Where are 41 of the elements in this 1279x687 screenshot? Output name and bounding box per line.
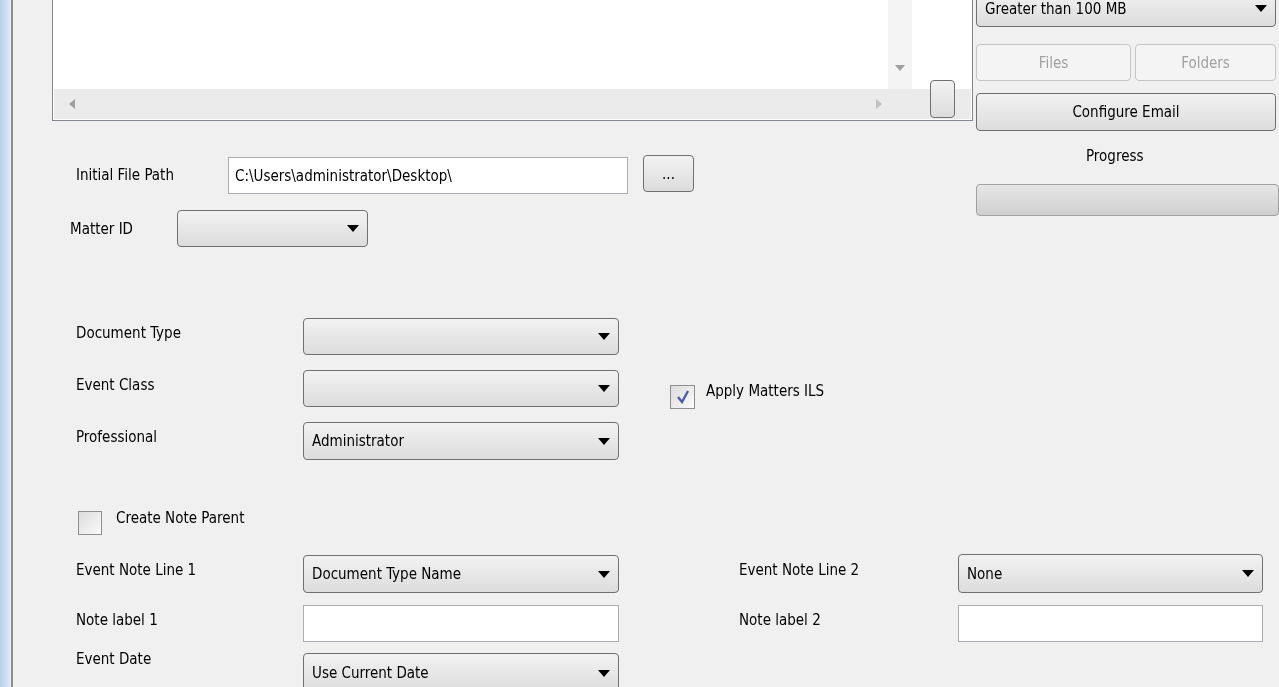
field-label: Event Date — [76, 650, 152, 668]
dropdown-arrow-icon — [598, 333, 610, 340]
checkbox-label: Apply Matters ILS — [706, 382, 825, 400]
checkmark-icon — [675, 390, 690, 404]
dropdown[interactable]: Use Current Date — [303, 653, 619, 687]
dropdown-arrow-icon — [598, 669, 610, 677]
field-label: Document Type — [76, 324, 181, 342]
dropdown[interactable] — [303, 370, 619, 407]
dropdown-arrow-icon — [1242, 570, 1254, 577]
scroll-right-icon[interactable] — [876, 99, 882, 109]
text-field[interactable] — [958, 605, 1263, 642]
dropdown-arrow-icon — [347, 225, 359, 232]
configure-email-button[interactable]: Configure Email — [976, 93, 1276, 131]
dropdown[interactable]: None — [958, 554, 1263, 593]
dropdown-arrow-icon — [1255, 5, 1267, 12]
dropdown-arrow-icon — [598, 570, 610, 578]
field-label: Professional — [76, 428, 158, 446]
dropdown-arrow-icon — [598, 385, 610, 392]
scroll-down-icon[interactable] — [895, 65, 905, 71]
field-label: Matter ID — [70, 220, 133, 238]
dropdown-arrow-icon — [598, 437, 610, 445]
field-label: Initial File Path — [76, 166, 174, 184]
field-label: Event Class — [76, 376, 155, 394]
dropdown[interactable] — [177, 210, 368, 247]
dropdown[interactable] — [303, 318, 619, 355]
browse-button[interactable]: ... — [643, 155, 694, 192]
text-field[interactable]: C:\Users\administrator\Desktop\ — [228, 157, 628, 194]
dropdown[interactable]: Administrator — [303, 422, 619, 460]
checkbox-label: Create Note Parent — [116, 509, 245, 527]
field-label: Event Note Line 1 — [76, 561, 197, 579]
field-label: Note label 2 — [739, 611, 821, 629]
scroll-left-icon[interactable] — [69, 99, 75, 109]
text-field[interactable] — [303, 605, 619, 642]
progress-label: Progress — [1086, 147, 1144, 165]
field-label: Event Note Line 2 — [739, 561, 860, 579]
small-button[interactable] — [930, 80, 955, 118]
checkbox[interactable] — [78, 511, 102, 535]
field-label: Note label 1 — [76, 611, 158, 629]
checkbox[interactable] — [670, 385, 695, 409]
dropdown[interactable]: Document Type Name — [303, 555, 619, 593]
size-filter-dropdown[interactable]: Greater than 100 MB — [976, 0, 1276, 27]
